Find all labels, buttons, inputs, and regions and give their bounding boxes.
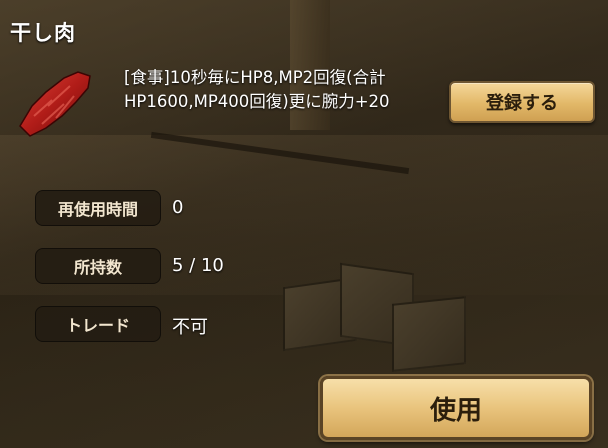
stat-value-trade: 不可 xyxy=(172,317,208,338)
register-button[interactable]: 登録する xyxy=(449,81,595,123)
item-title: 干し肉 xyxy=(10,21,76,45)
stat-value-quantity: 5 / 10 xyxy=(172,255,224,276)
stat-label-trade: トレード xyxy=(35,306,161,342)
use-button[interactable]: 使用 xyxy=(320,376,592,440)
stat-value-cooldown: 0 xyxy=(172,197,184,218)
background-crate xyxy=(392,296,466,372)
dried-meat-icon xyxy=(19,71,91,137)
stat-label-cooldown: 再使用時間 xyxy=(35,190,161,226)
stat-label-quantity: 所持数 xyxy=(35,248,161,284)
item-description: [食事]10秒毎にHP8,MP2回復(合計HP1600,MP400回復)更に腕力… xyxy=(124,68,390,111)
